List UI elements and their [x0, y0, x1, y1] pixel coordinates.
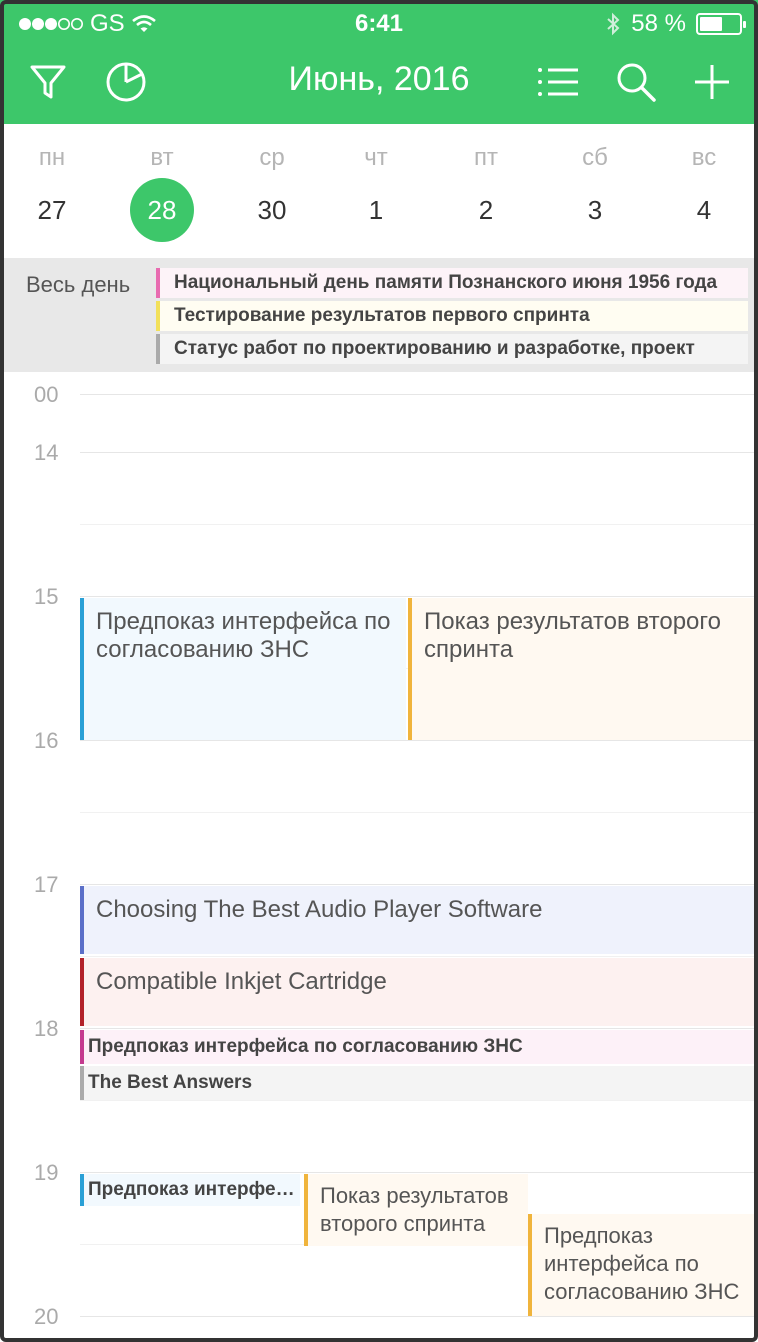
- day-number[interactable]: 1: [344, 178, 408, 242]
- half-hour-gridline: [80, 812, 758, 813]
- hour-label: 18: [34, 1016, 59, 1041]
- selected-day-number[interactable]: 28: [130, 178, 194, 242]
- calendar-event[interactable]: The Best Answers: [80, 1066, 758, 1100]
- event-title: Предпоказ интерфейса по согласованию ЗНС: [544, 1223, 740, 1304]
- day-number[interactable]: 2: [454, 178, 518, 242]
- calendar-event[interactable]: Предпоказ интерфейса по согласованию ЗНС: [80, 598, 406, 740]
- event-title: Compatible Inkjet Cartridge: [96, 968, 387, 995]
- battery-icon: [696, 13, 746, 35]
- day-column[interactable]: пт 2: [441, 124, 531, 258]
- hour-gridline: [80, 1172, 758, 1173]
- calendar-event[interactable]: Предпоказ интерфейса по согласованию ЗНС: [528, 1214, 758, 1316]
- bluetooth-icon: [607, 12, 620, 36]
- calendar-event[interactable]: Показ результатов второго спринта: [304, 1174, 528, 1246]
- calendar-event[interactable]: Предпоказ интерфейса по согласованию ЗНС: [80, 1174, 300, 1206]
- event-title: Показ результатов второго спринта: [424, 608, 721, 663]
- hour-label: 00: [34, 382, 59, 407]
- half-hour-gridline: [80, 524, 758, 525]
- day-column[interactable]: чт 1: [331, 124, 421, 258]
- hour-gridline: [80, 884, 758, 885]
- day-column[interactable]: пн 27: [7, 124, 97, 258]
- hour-label: 15: [34, 584, 59, 609]
- day-of-week-label: вс: [691, 144, 717, 171]
- day-number[interactable]: 27: [20, 178, 84, 242]
- hour-label: 14: [34, 440, 59, 465]
- hour-label: 19: [34, 1160, 59, 1185]
- half-hour-gridline: [80, 1100, 758, 1101]
- status-bar: GS 6:41 58 %: [0, 0, 758, 46]
- hour-label: 16: [34, 728, 59, 753]
- day-column[interactable]: сб 3: [550, 124, 640, 258]
- event-title: Choosing The Best Audio Player Software: [96, 896, 543, 923]
- all-day-event[interactable]: Национальный день памяти Познанского июн…: [156, 268, 748, 298]
- hour-gridline: [80, 596, 758, 597]
- hour-gridline: [80, 452, 758, 453]
- calendar-event[interactable]: Choosing The Best Audio Player Software: [80, 886, 758, 954]
- week-strip: пн 27 вт 28 ср 30 чт 1 пт 2 сб 3 вс 4: [0, 124, 758, 258]
- hour-label: 20: [34, 1304, 59, 1329]
- day-number[interactable]: 30: [240, 178, 304, 242]
- day-of-week-label: чт: [364, 144, 388, 171]
- day-column[interactable]: ср 30: [227, 124, 317, 258]
- day-of-week-label: сб: [582, 144, 608, 171]
- all-day-event[interactable]: Статус работ по проектированию и разрабо…: [156, 334, 748, 364]
- hour-gridline: [80, 1316, 758, 1317]
- hour-label: 17: [34, 872, 59, 897]
- event-title: Предпоказ интерфейса по согласованию ЗНС: [88, 1179, 300, 1200]
- all-day-event[interactable]: Тестирование результатов первого спринта: [156, 301, 748, 331]
- day-of-week-label: пн: [38, 144, 66, 171]
- hour-gridline: [80, 1028, 758, 1029]
- calendar-event[interactable]: Compatible Inkjet Cartridge: [80, 958, 758, 1026]
- event-title: Предпоказ интерфейса по согласованию ЗНС: [96, 608, 391, 663]
- toolbar: Июнь, 2016: [0, 46, 758, 124]
- day-number[interactable]: 4: [672, 178, 736, 242]
- day-column[interactable]: вс 4: [659, 124, 749, 258]
- status-right: 58 %: [605, 10, 746, 38]
- event-title: The Best Answers: [88, 1072, 253, 1093]
- battery-percent: 58 %: [631, 10, 686, 37]
- app-header: GS 6:41 58 % Июнь, 2016: [0, 0, 758, 124]
- list-icon[interactable]: [534, 58, 582, 106]
- day-of-week-label: пт: [474, 144, 498, 171]
- calendar-event[interactable]: Предпоказ интерфейса по согласованию ЗНС: [80, 1030, 758, 1064]
- day-timeline[interactable]: 00 14 15 16 17 18 19 20 Предпоказ интерфейса по …: [0, 372, 758, 1342]
- search-icon[interactable]: [612, 58, 660, 106]
- day-number[interactable]: 3: [563, 178, 627, 242]
- day-of-week-label: вт: [150, 144, 174, 171]
- hour-gridline: [80, 740, 758, 741]
- event-title: Показ результатов второго спринта: [320, 1183, 509, 1236]
- half-hour-gridline: [80, 956, 758, 957]
- calendar-event[interactable]: Показ результатов второго спринта: [408, 598, 758, 740]
- day-column[interactable]: вт 28: [117, 124, 207, 258]
- day-of-week-label: ср: [259, 144, 285, 171]
- event-title: Предпоказ интерфейса по согласованию ЗНС: [88, 1036, 523, 1057]
- all-day-section: Весь день Национальный день памяти Позна…: [0, 258, 758, 372]
- plus-icon[interactable]: [688, 58, 736, 106]
- all-day-label: Весь день: [26, 272, 131, 297]
- hour-gridline: [80, 394, 758, 395]
